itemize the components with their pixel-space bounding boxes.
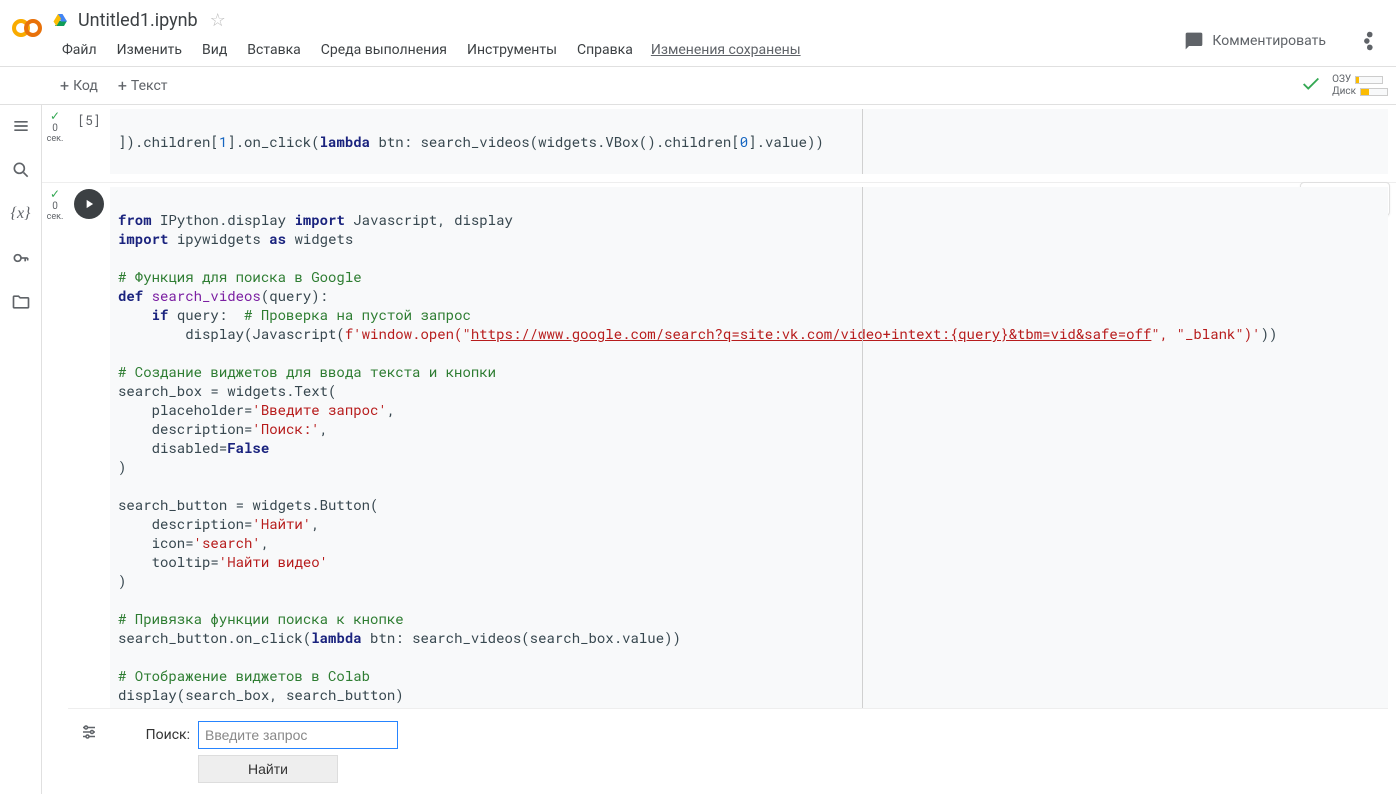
plus-icon: + <box>118 78 127 94</box>
run-cell-button[interactable] <box>74 189 104 219</box>
resource-meters[interactable]: ОЗУ Диск <box>1332 74 1388 97</box>
add-code-button[interactable]: + Код <box>50 74 108 98</box>
add-text-label: Текст <box>131 78 168 94</box>
cell1-code[interactable]: ]).children[1].on_click(lambda btn: sear… <box>110 109 1388 174</box>
ram-label: ОЗУ <box>1332 74 1351 85</box>
files-icon[interactable] <box>10 291 32 313</box>
cell2-status-check-icon: ✓ <box>50 187 60 201</box>
star-icon[interactable]: ☆ <box>210 10 226 31</box>
add-text-button[interactable]: + Текст <box>108 74 178 98</box>
menu-edit[interactable]: Изменить <box>107 36 192 64</box>
toc-icon[interactable] <box>10 115 32 137</box>
search-widget-button[interactable]: Найти <box>198 755 338 783</box>
disk-bar <box>1360 88 1388 96</box>
comment-button[interactable]: Комментировать <box>1174 25 1336 57</box>
cell2-exec-unit: сек. <box>47 212 64 222</box>
menu-file[interactable]: Файл <box>52 36 107 64</box>
secrets-icon[interactable] <box>10 247 32 269</box>
drive-icon <box>52 11 70 29</box>
ram-bar <box>1355 76 1383 84</box>
save-status[interactable]: Изменения сохранены <box>651 42 801 58</box>
cell1-exec-time: 0 <box>52 123 58 134</box>
output-settings-icon[interactable] <box>80 723 98 793</box>
share-button[interactable] <box>1352 24 1382 58</box>
search-widget-label: Поиск: <box>118 727 198 743</box>
disk-label: Диск <box>1332 86 1356 97</box>
variables-icon[interactable]: {x} <box>10 203 32 225</box>
cell1-status-check-icon: ✓ <box>50 109 60 123</box>
cell1-exec-unit: сек. <box>47 134 64 144</box>
menu-insert[interactable]: Вставка <box>237 36 310 64</box>
connection-check-icon[interactable] <box>1300 73 1322 99</box>
menu-help[interactable]: Справка <box>567 36 643 64</box>
plus-icon: + <box>60 78 69 94</box>
menu-runtime[interactable]: Среда выполнения <box>311 36 457 64</box>
search-widget-input[interactable] <box>198 721 398 749</box>
search-icon[interactable] <box>10 159 32 181</box>
menu-view[interactable]: Вид <box>192 36 237 64</box>
cell2-exec-time: 0 <box>52 201 58 212</box>
add-code-label: Код <box>73 78 98 94</box>
colab-logo <box>8 10 44 46</box>
document-title[interactable]: Untitled1.ipynb <box>78 10 198 31</box>
cell1-prompt: [5] <box>77 111 100 129</box>
comment-label: Комментировать <box>1212 33 1326 49</box>
menu-tools[interactable]: Инструменты <box>457 36 567 64</box>
cell2-code[interactable]: from IPython.display import Javascript, … <box>110 187 1388 708</box>
